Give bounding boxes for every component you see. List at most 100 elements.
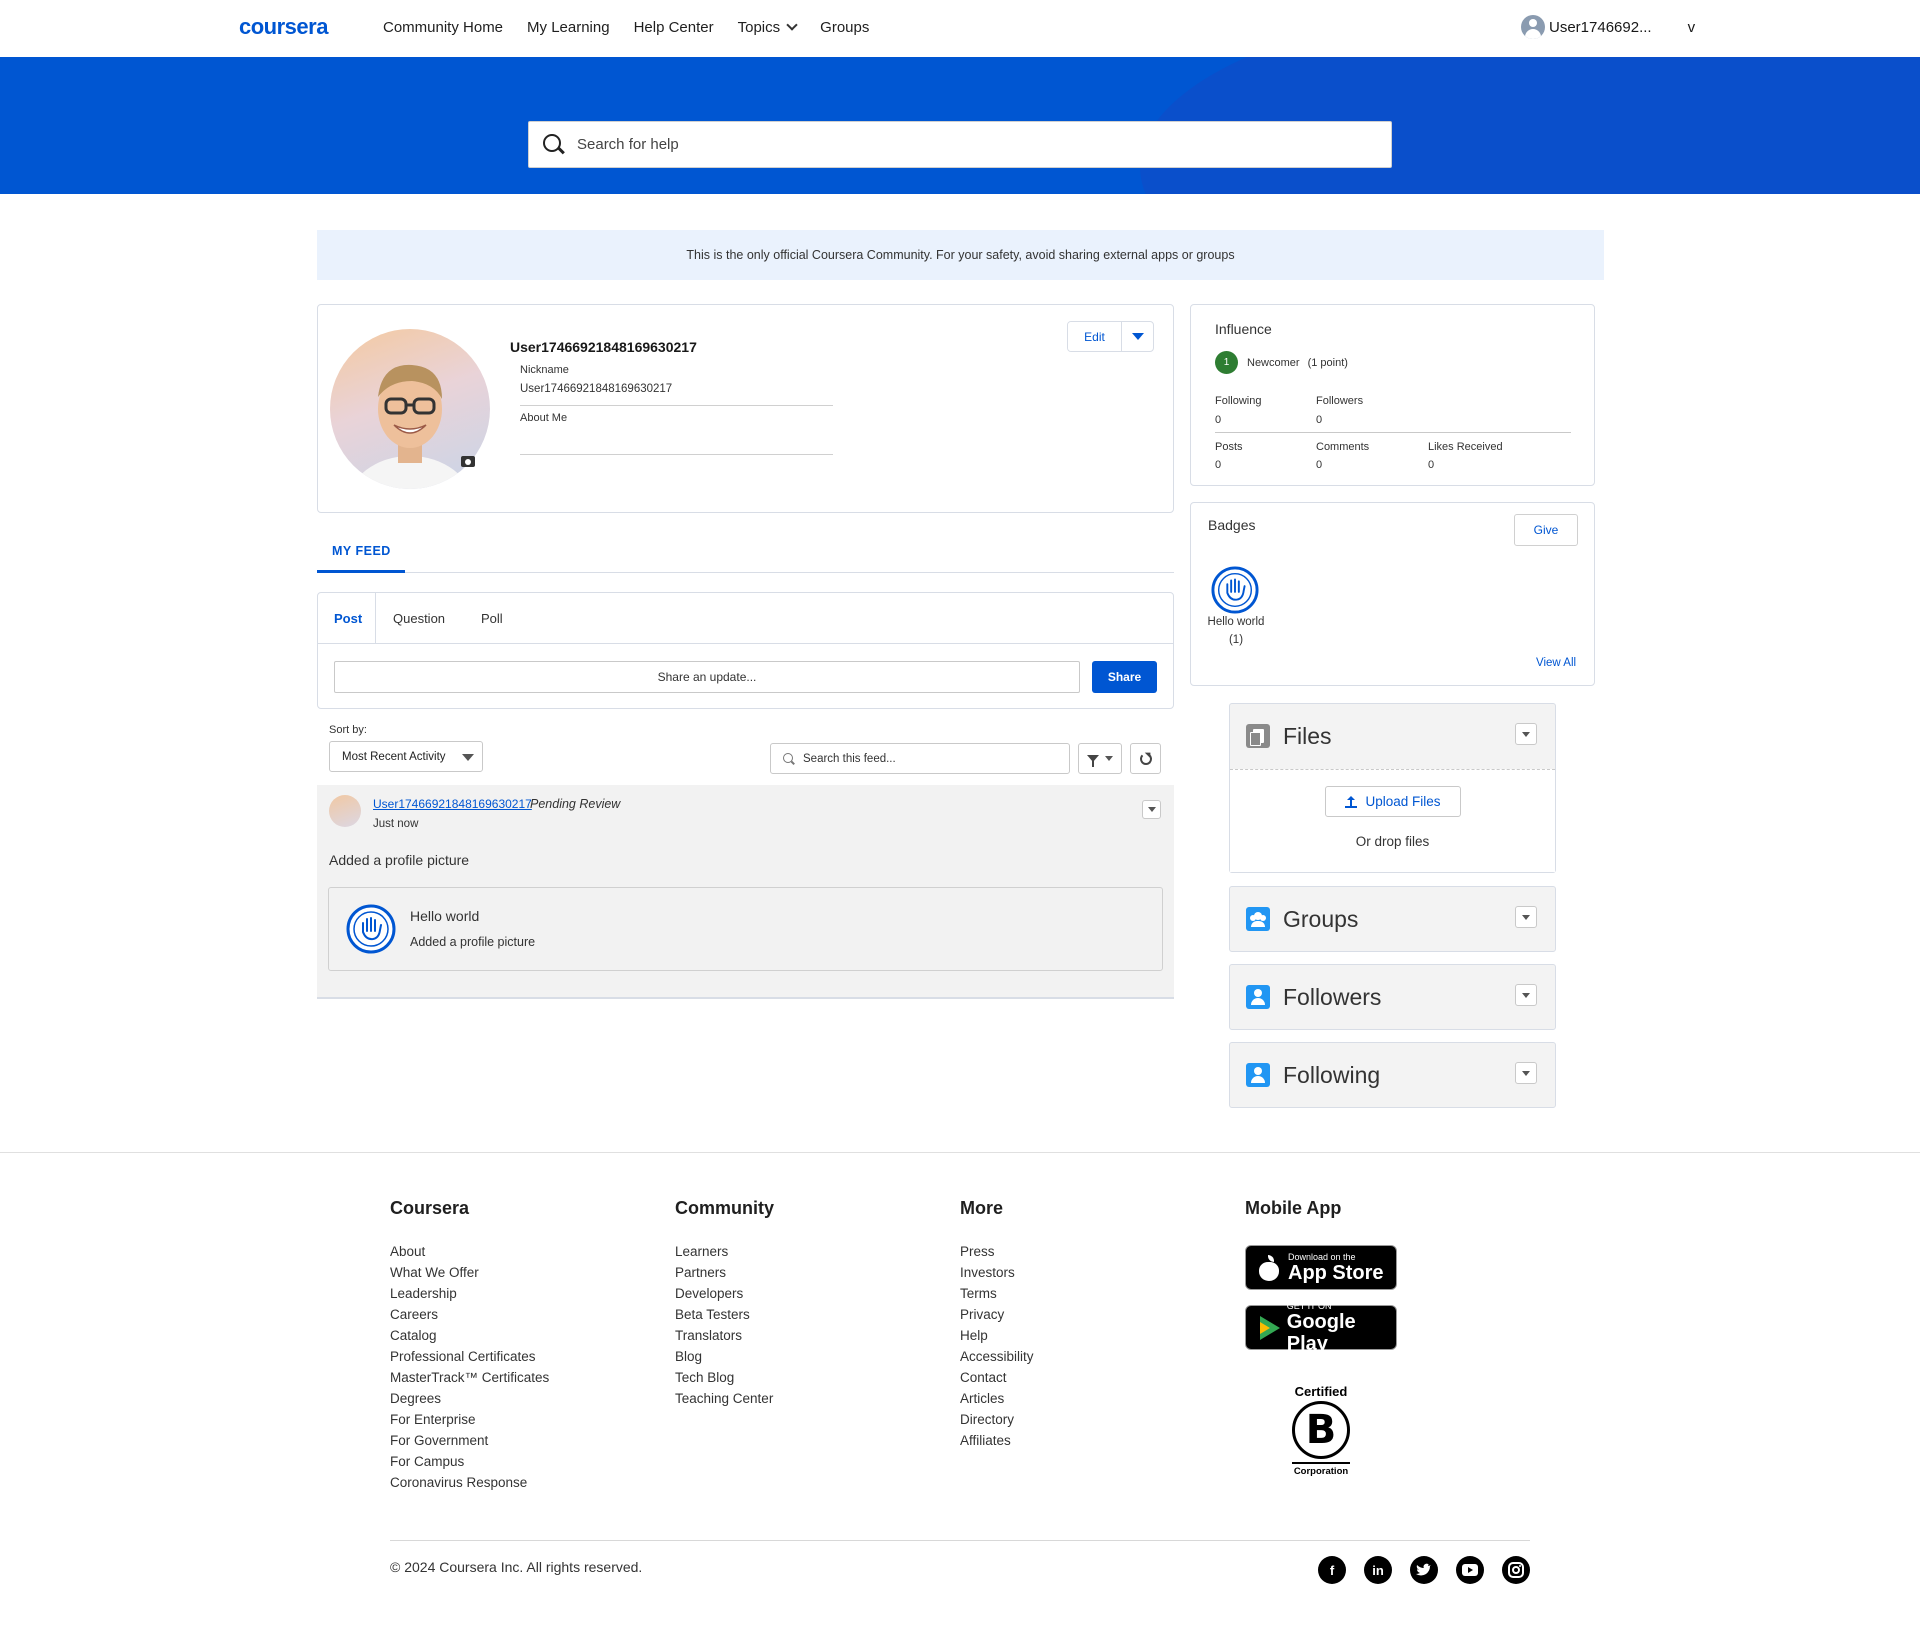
level-points: (1 point) [1307, 356, 1348, 369]
help-search-input[interactable] [577, 136, 1357, 153]
share-update-input[interactable]: Share an update... [334, 661, 1080, 693]
nav-topics-label: Topics [737, 19, 781, 36]
footer-link[interactable]: Careers [390, 1304, 549, 1325]
feed-author-link[interactable]: User17466921848169630217 [373, 797, 532, 811]
publisher: Post Question Poll Share an update... Sh… [317, 592, 1174, 709]
nav-my-learning[interactable]: My Learning [527, 19, 610, 36]
twitter-icon[interactable] [1410, 1556, 1438, 1584]
following-panel-header[interactable]: Following [1230, 1043, 1555, 1107]
footer-link[interactable]: For Campus [390, 1451, 549, 1472]
footer-link[interactable]: For Enterprise [390, 1409, 549, 1430]
sort-select[interactable]: Most Recent Activity [329, 741, 483, 772]
nickname-value: User17466921848169630217 [520, 383, 673, 395]
linkedin-icon[interactable]: in [1364, 1556, 1392, 1584]
google-play-button[interactable]: GET IT ON Google Play [1245, 1301, 1397, 1355]
refresh-button[interactable] [1130, 743, 1161, 774]
feed-item-menu-button[interactable] [1142, 800, 1161, 819]
help-search-box[interactable] [528, 121, 1392, 168]
groups-panel-header[interactable]: Groups [1230, 887, 1555, 951]
caret-down-icon [1522, 914, 1530, 920]
youtube-play-shape [1462, 1564, 1478, 1576]
level-badge: 1 [1215, 351, 1238, 374]
footer-link[interactable]: Developers [675, 1283, 774, 1304]
footer-link[interactable]: Privacy [960, 1304, 1034, 1325]
influence-divider [1215, 432, 1571, 433]
drop-files-text: Or drop files [1355, 834, 1430, 849]
tab-my-feed[interactable]: MY FEED [332, 544, 391, 558]
stat-likes-label: Likes Received [1428, 441, 1503, 453]
footer-link[interactable]: Articles [960, 1388, 1034, 1409]
person-icon [1246, 985, 1270, 1009]
level-name: Newcomer [1247, 356, 1300, 369]
footer-link[interactable]: Professional Certificates [390, 1346, 549, 1367]
footer-link[interactable]: Terms [960, 1283, 1034, 1304]
youtube-icon[interactable] [1456, 1556, 1484, 1584]
tab-question[interactable]: Question [393, 611, 445, 626]
footer-link[interactable]: Partners [675, 1262, 774, 1283]
camera-icon[interactable] [461, 456, 475, 467]
footer-link[interactable]: Tech Blog [675, 1367, 774, 1388]
edit-menu-button[interactable] [1122, 322, 1153, 351]
footer-link[interactable]: What We Offer [390, 1262, 549, 1283]
feed-attachment[interactable]: Hello world Added a profile picture [328, 887, 1163, 971]
files-panel-header[interactable]: Files [1230, 704, 1555, 768]
nav-topics[interactable]: Topics [737, 19, 798, 36]
hello-world-badge-icon [346, 904, 396, 954]
edit-button[interactable]: Edit [1068, 322, 1122, 351]
footer-link[interactable]: Press [960, 1241, 1034, 1262]
google-play-big-text: Google Play [1286, 1310, 1356, 1355]
user-menu-caret[interactable]: v [1688, 19, 1696, 36]
footer-link[interactable]: Translators [675, 1325, 774, 1346]
footer-link[interactable]: Investors [960, 1262, 1034, 1283]
hello-world-badge-icon[interactable] [1211, 566, 1259, 614]
footer-link[interactable]: Contact [960, 1367, 1034, 1388]
b-corp-logo: Certified B Corporation [1290, 1384, 1352, 1477]
files-menu-button[interactable] [1515, 723, 1537, 745]
filter-button[interactable] [1078, 743, 1122, 774]
nav-community-home[interactable]: Community Home [383, 19, 503, 36]
footer-link[interactable]: Degrees [390, 1388, 549, 1409]
footer-link[interactable]: Catalog [390, 1325, 549, 1346]
footer-link[interactable]: Affiliates [960, 1430, 1034, 1451]
footer-link[interactable]: MasterTrack™ Certificates [390, 1367, 549, 1388]
footer-link[interactable]: Beta Testers [675, 1304, 774, 1325]
footer-link[interactable]: Coronavirus Response [390, 1472, 549, 1493]
footer-link[interactable]: Accessibility [960, 1346, 1034, 1367]
app-store-small-text: Download on the [1288, 1251, 1356, 1262]
give-badge-button[interactable]: Give [1514, 514, 1578, 546]
footer-link[interactable]: Learners [675, 1241, 774, 1262]
footer-link[interactable]: About [390, 1241, 549, 1262]
feed-author-avatar[interactable] [329, 795, 361, 827]
view-all-badges-link[interactable]: View All [1536, 657, 1576, 669]
tab-post[interactable]: Post [334, 611, 362, 626]
nav-help-center[interactable]: Help Center [634, 19, 714, 36]
footer-link[interactable]: Blog [675, 1346, 774, 1367]
tab-poll[interactable]: Poll [481, 611, 503, 626]
footer-link[interactable]: Leadership [390, 1283, 549, 1304]
top-navbar: coursera Community Home My Learning Help… [0, 0, 1920, 57]
footer-link[interactable]: For Government [390, 1430, 549, 1451]
files-dropzone[interactable]: Upload Files Or drop files [1230, 769, 1555, 872]
footer-link[interactable]: Help [960, 1325, 1034, 1346]
app-store-button[interactable]: Download on the App Store [1245, 1245, 1397, 1290]
feed-search-input[interactable]: Search this feed... [770, 743, 1070, 774]
footer-link[interactable]: Directory [960, 1409, 1034, 1430]
followers-menu-button[interactable] [1515, 984, 1537, 1006]
following-menu-button[interactable] [1515, 1062, 1537, 1084]
followers-panel-header[interactable]: Followers [1230, 965, 1555, 1029]
groups-menu-button[interactable] [1515, 906, 1537, 928]
nav-groups[interactable]: Groups [820, 19, 869, 36]
upload-files-button[interactable]: Upload Files [1325, 786, 1461, 817]
facebook-icon[interactable]: f [1318, 1556, 1346, 1584]
user-menu[interactable]: User1746692... v [1521, 15, 1695, 39]
stat-comments-value: 0 [1316, 459, 1323, 471]
tab-divider [375, 593, 376, 644]
stat-posts-value: 0 [1215, 459, 1222, 471]
coursera-logo[interactable]: coursera [239, 14, 328, 40]
feed-timestamp[interactable]: Just now [373, 818, 418, 830]
footer-link[interactable]: Teaching Center [675, 1388, 774, 1409]
bcorp-circle: B [1292, 1401, 1350, 1459]
apple-icon [1258, 1254, 1280, 1281]
instagram-icon[interactable] [1502, 1556, 1530, 1584]
share-button[interactable]: Share [1092, 661, 1157, 693]
